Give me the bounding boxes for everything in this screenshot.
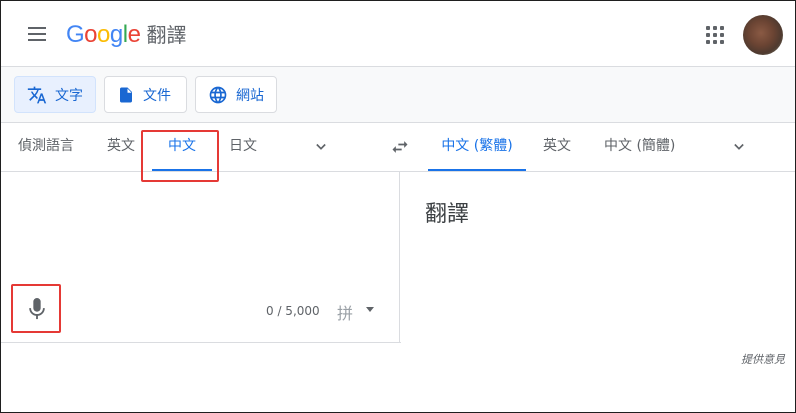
lang-tab-label: 中文 (簡體) (604, 138, 676, 154)
highlight-box-microphone (11, 284, 61, 333)
logo-letter: g (109, 21, 123, 48)
mode-text-button[interactable]: 文字 (14, 76, 96, 113)
mode-label: 網站 (236, 87, 264, 104)
avatar[interactable] (743, 15, 783, 55)
mode-bar: 文字 文件 網站 (1, 67, 795, 123)
translate-icon (27, 86, 47, 103)
feedback-link[interactable]: 提供意見 (741, 351, 785, 367)
apps-grid-icon[interactable] (705, 25, 725, 45)
character-counter: 0 / 5,000 (266, 304, 320, 318)
source-lang-detect[interactable]: 偵測語言 (18, 123, 74, 171)
input-method-dropdown-icon[interactable] (366, 307, 374, 312)
lang-tab-label: 偵測語言 (18, 138, 74, 154)
translation-output: 翻譯 (401, 172, 795, 343)
globe-icon (209, 86, 227, 103)
mode-document-button[interactable]: 文件 (104, 76, 187, 113)
google-wordmark: Google (66, 21, 141, 49)
lang-tab-label: 英文 (107, 138, 135, 154)
source-lang-japanese[interactable]: 日文 (229, 123, 257, 171)
logo-letter: o (97, 21, 110, 48)
app-header: Google 翻譯 (1, 1, 795, 67)
source-more-languages-chevron-down-icon[interactable] (311, 137, 331, 157)
input-method-button[interactable]: 拼 (337, 300, 353, 324)
target-lang-english[interactable]: 英文 (543, 123, 571, 171)
mode-website-button[interactable]: 網站 (195, 76, 277, 113)
translation-placeholder: 翻譯 (425, 202, 470, 227)
selected-tab-indicator (428, 169, 526, 171)
language-bar: 偵測語言 英文 中文 日文 中文 (繁體) 英文 中文 (簡體) (1, 123, 795, 172)
google-translate-logo[interactable]: Google 翻譯 (66, 19, 186, 49)
highlight-box-chinese-tab (141, 130, 219, 182)
lang-tab-label: 日文 (229, 138, 257, 154)
logo-letter: G (66, 21, 85, 48)
source-lang-english[interactable]: 英文 (107, 123, 135, 171)
lang-tab-label: 英文 (543, 138, 571, 154)
target-more-languages-chevron-down-icon[interactable] (729, 137, 749, 157)
logo-letter: e (127, 21, 141, 48)
menu-icon[interactable] (23, 21, 49, 47)
document-icon (120, 87, 132, 102)
mode-label: 文字 (55, 87, 83, 104)
target-lang-chinese-simplified[interactable]: 中文 (簡體) (604, 123, 675, 171)
logo-letter: o (84, 21, 98, 48)
lang-tab-label: 中文 (繁體) (441, 138, 513, 154)
mode-label: 文件 (143, 87, 171, 104)
translation-panels: 0 / 5,000 拼 翻譯 (1, 172, 795, 343)
swap-languages-icon[interactable] (389, 137, 411, 157)
product-name: 翻譯 (146, 23, 187, 47)
translate-window: Google 翻譯 文字 文件 網站 偵測語言 英文 中文 日文 中文 (繁體)… (0, 0, 796, 413)
target-lang-chinese-traditional[interactable]: 中文 (繁體) (428, 123, 526, 171)
